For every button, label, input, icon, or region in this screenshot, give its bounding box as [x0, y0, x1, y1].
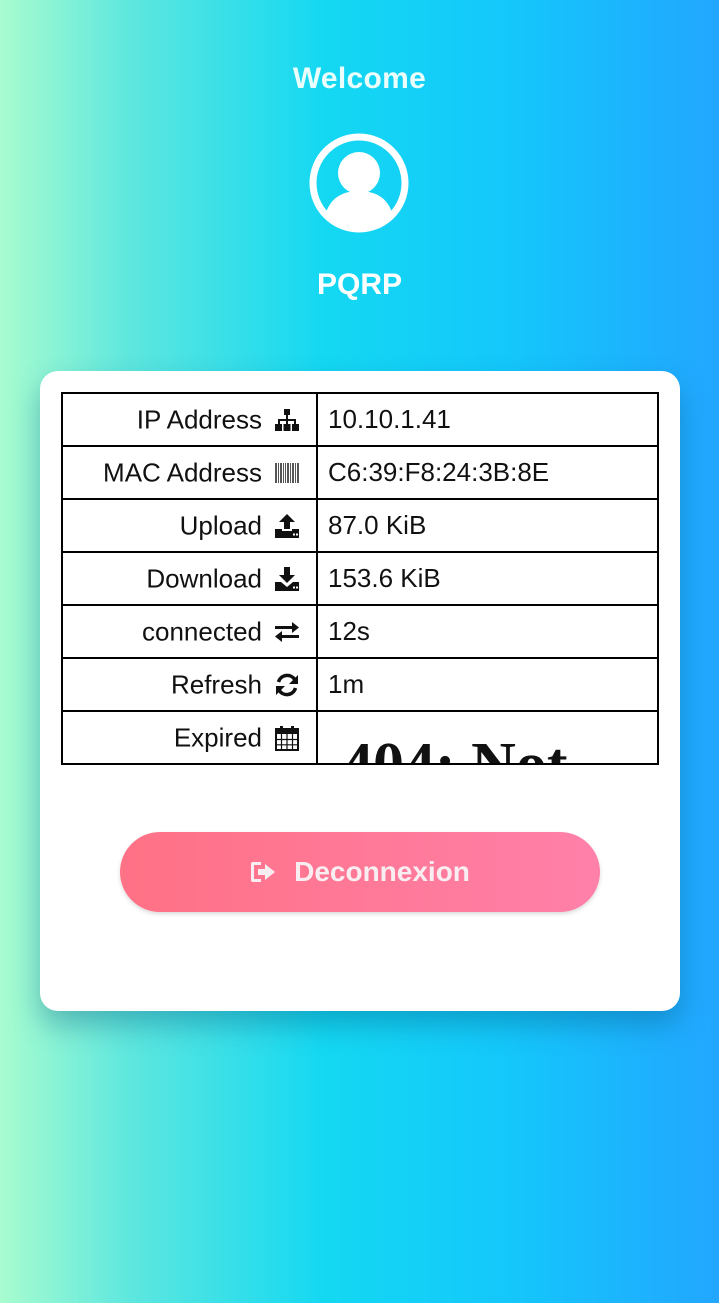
sign-out-icon	[250, 859, 276, 885]
table-row: IP Address 10.10.1.41	[61, 392, 659, 447]
user-circle-icon	[309, 133, 409, 233]
logout-button-label: Deconnexion	[294, 856, 470, 887]
connected-value: 12s	[316, 604, 659, 659]
table-row: Refresh 1m	[61, 657, 659, 712]
ip-address-value: 10.10.1.41	[316, 392, 659, 447]
upload-value: 87.0 KiB	[316, 498, 659, 553]
status-card: IP Address 10.10.1.41 MAC Address C6:39:…	[40, 371, 680, 1011]
table-row: connected 12s	[61, 604, 659, 659]
exchange-icon	[274, 619, 300, 645]
connected-label: connected	[142, 616, 262, 647]
welcome-title: Welcome	[292, 62, 427, 95]
upload-icon	[274, 513, 300, 539]
session-info-table: IP Address 10.10.1.41 MAC Address C6:39:…	[61, 392, 659, 765]
expired-value: 404: Not	[342, 734, 568, 762]
refresh-icon	[274, 672, 300, 698]
barcode-icon	[274, 460, 300, 486]
mac-address-label: MAC Address	[103, 457, 262, 488]
refresh-value: 1m	[316, 657, 659, 712]
table-row: Upload 87.0 KiB	[61, 498, 659, 553]
table-row: Expired 404: Not	[61, 710, 659, 765]
table-row: MAC Address C6:39:F8:24:3B:8E	[61, 445, 659, 500]
download-label: Download	[146, 563, 262, 594]
download-icon	[274, 566, 300, 592]
ip-address-label: IP Address	[136, 404, 262, 435]
mac-address-value: C6:39:F8:24:3B:8E	[316, 445, 659, 500]
upload-label: Upload	[179, 510, 262, 541]
username: PQRP	[316, 268, 403, 301]
logout-button[interactable]: Deconnexion	[120, 832, 600, 912]
calendar-icon	[274, 725, 300, 752]
expired-label: Expired	[173, 722, 262, 753]
sitemap-icon	[274, 407, 300, 433]
table-row: Download 153.6 KiB	[61, 551, 659, 606]
refresh-label: Refresh	[170, 669, 262, 700]
download-value: 153.6 KiB	[316, 551, 659, 606]
